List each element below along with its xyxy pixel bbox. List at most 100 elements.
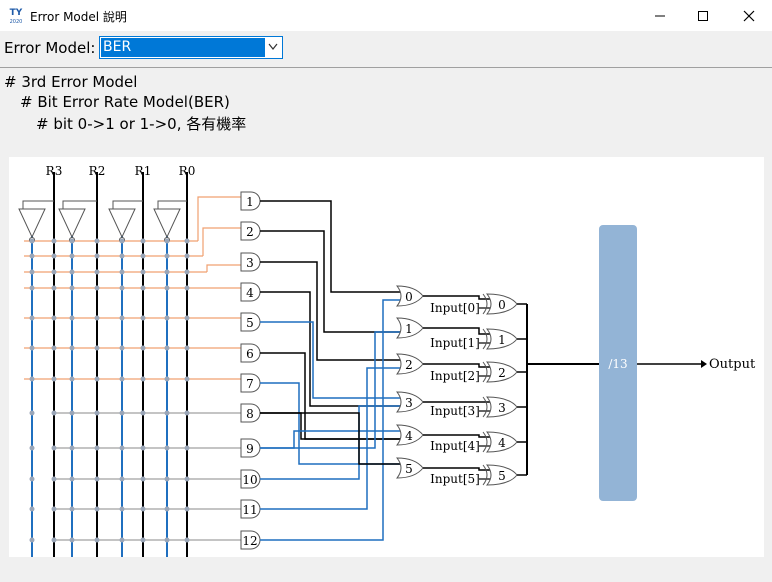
junction-dot	[184, 445, 190, 451]
junction-dot	[184, 476, 190, 482]
input-label-2: Input[2]	[430, 369, 480, 383]
or-to-xor-wire	[423, 327, 490, 335]
and-to-or-wire	[260, 261, 400, 361]
junction-dot	[140, 238, 146, 244]
svg-text:2020: 2020	[10, 19, 23, 24]
and-to-or-wire	[260, 230, 400, 333]
inverter-feed	[157, 200, 187, 209]
junction-dot	[140, 345, 146, 351]
output-label: Output	[709, 357, 756, 372]
or-gate-label-5: 5	[405, 462, 413, 476]
input-label-0: Input[0]	[430, 301, 480, 315]
junction-dot	[119, 345, 125, 351]
maximize-button[interactable]	[680, 0, 726, 31]
close-icon	[743, 10, 755, 22]
junction-dot	[164, 269, 170, 275]
and-gate-label-1: 1	[246, 195, 254, 209]
junction-dot	[51, 476, 57, 482]
description-line-3: # bit 0->1 or 1->0, 各有機率	[36, 115, 247, 133]
junction-dot	[69, 285, 75, 291]
xor-gate-label-5: 5	[498, 469, 506, 483]
junction-dot	[51, 376, 57, 382]
or-to-xor-wire	[423, 467, 490, 471]
window-title: Error Model 說明	[30, 10, 127, 24]
orange-wire	[197, 196, 241, 241]
or-gate-label-4: 4	[405, 429, 413, 443]
junction-dot	[184, 238, 190, 244]
junction-dot	[164, 410, 170, 416]
xor-gate-back	[482, 431, 488, 453]
junction-dot	[51, 253, 57, 259]
or-to-xor-wire	[423, 295, 490, 300]
junction-dot	[29, 476, 35, 482]
and-to-or-wire	[260, 405, 400, 480]
xor-gate-label-2: 2	[498, 366, 506, 380]
inverter-feed	[112, 200, 143, 209]
input-label-4: Input[4]	[430, 439, 480, 453]
junction-dot	[119, 476, 125, 482]
junction-dot	[119, 376, 125, 382]
and-to-or-wire	[260, 412, 400, 440]
or-to-xor-wire	[423, 363, 490, 368]
junction-dot	[119, 269, 125, 275]
xor-gate-back	[482, 328, 488, 350]
junction-dot	[164, 476, 170, 482]
junction-dot	[119, 285, 125, 291]
inverter-icon	[108, 208, 136, 239]
and-gate-label-7: 7	[246, 377, 254, 391]
junction-dot	[184, 269, 190, 275]
xor-gate-back	[482, 396, 488, 418]
xor-gate-label-0: 0	[498, 298, 506, 312]
and-gate-label-4: 4	[246, 286, 254, 300]
toolbar: Error Model: BER	[0, 31, 772, 67]
or-gate-label-0: 0	[405, 290, 413, 304]
junction-dot	[164, 285, 170, 291]
register-label-r2: R2	[89, 164, 106, 178]
junction-dot	[29, 506, 35, 512]
register-label-r1: R1	[135, 164, 152, 178]
junction-dot	[69, 506, 75, 512]
arrow-right-icon	[701, 360, 707, 368]
junction-dot	[69, 253, 75, 259]
junction-dot	[94, 506, 100, 512]
junction-dot	[51, 537, 57, 543]
junction-dot	[164, 537, 170, 543]
minimize-button[interactable]	[637, 0, 683, 31]
junction-dot	[119, 445, 125, 451]
inverter-feed	[22, 200, 54, 209]
minimize-icon	[655, 15, 665, 17]
error-model-select[interactable]: BER	[99, 36, 283, 59]
junction-dot	[164, 376, 170, 382]
junction-dot	[69, 376, 75, 382]
xor-gate-label-4: 4	[498, 436, 506, 450]
junction-dot	[164, 315, 170, 321]
junction-dot	[184, 506, 190, 512]
and-gate-label-9: 9	[246, 442, 254, 456]
junction-dot	[140, 376, 146, 382]
junction-dot	[140, 315, 146, 321]
error-model-select-value: BER	[101, 38, 265, 57]
input-label-5: Input[5]	[430, 472, 480, 486]
junction-dot	[51, 506, 57, 512]
close-button[interactable]	[726, 0, 772, 31]
junction-dot	[140, 506, 146, 512]
junction-dot	[140, 285, 146, 291]
junction-dot	[94, 537, 100, 543]
junction-dot	[164, 345, 170, 351]
circuit-diagram: R3 R2 R1 R0 1 2 3 4 5 6 7 8 9 10 11 12 0 1 2 3 4 5 Input[0] Inp…	[9, 157, 764, 557]
description-line-2: # Bit Error Rate Model(BER)	[20, 93, 230, 111]
or-to-xor-wire	[423, 434, 490, 438]
app-icon: TY 2020	[10, 8, 23, 24]
and-gate-label-3: 3	[246, 256, 254, 270]
junction-dot	[69, 238, 75, 244]
junction-dot	[94, 285, 100, 291]
junction-dot	[164, 253, 170, 259]
junction-dot	[51, 345, 57, 351]
and-gate-label-8: 8	[246, 407, 254, 421]
junction-dot	[69, 345, 75, 351]
junction-dot	[119, 537, 125, 543]
junction-dot	[29, 345, 35, 351]
junction-dot	[29, 537, 35, 543]
junction-dot	[29, 269, 35, 275]
junction-dot	[184, 376, 190, 382]
